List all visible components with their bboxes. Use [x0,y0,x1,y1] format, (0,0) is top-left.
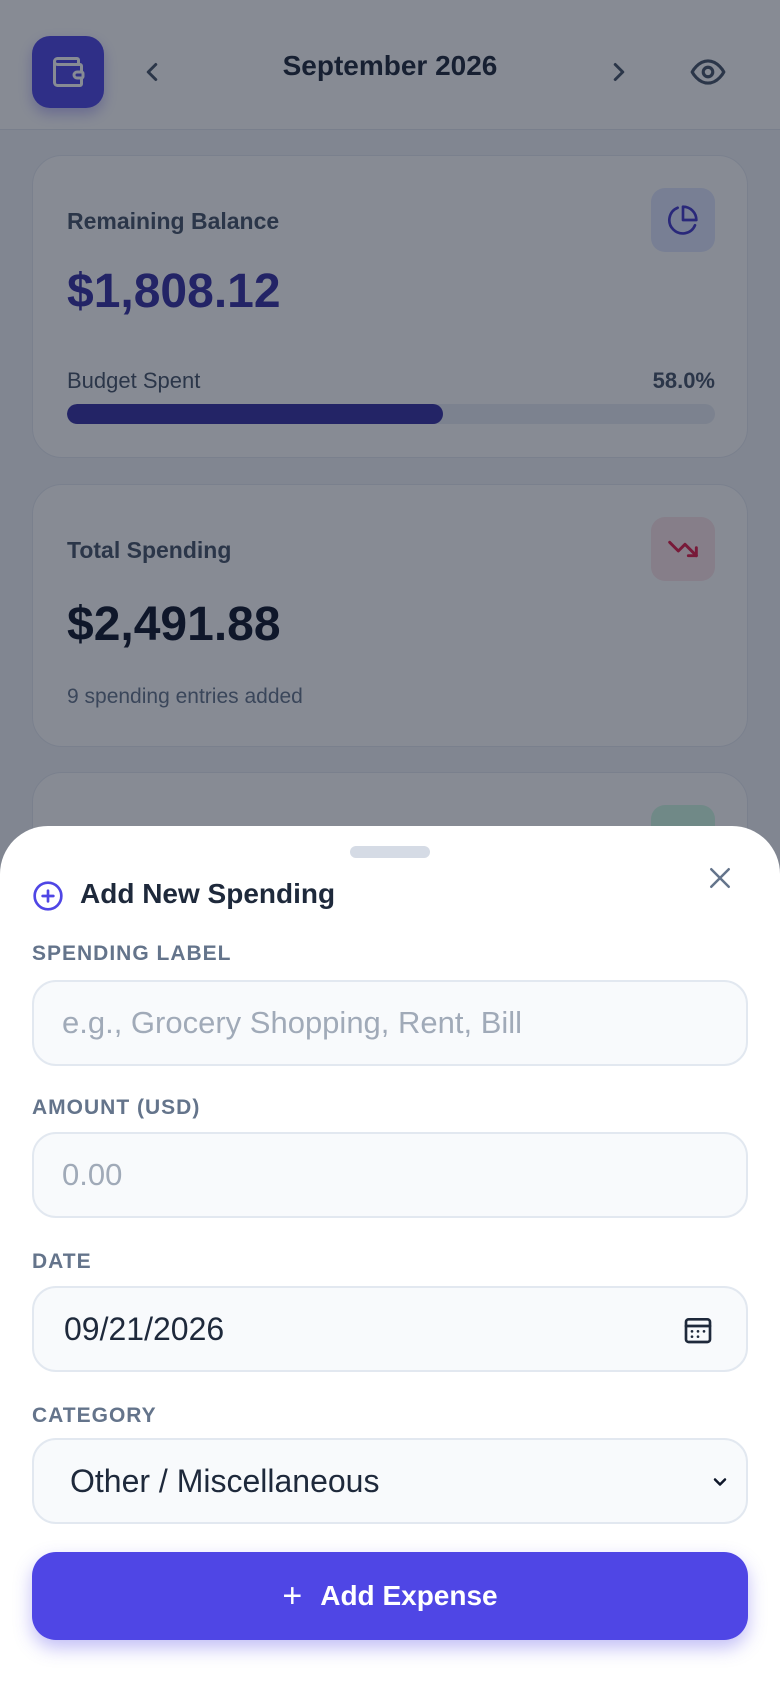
amount-field [32,1132,748,1218]
spending-label-field [32,980,748,1066]
date-input[interactable]: 09/21/2026 [32,1286,748,1372]
close-icon [710,868,730,888]
chevron-down-icon [713,1478,727,1486]
add-expense-label: Add Expense [320,1580,498,1611]
spending-label-input[interactable] [62,982,702,1064]
add-spending-sheet: Add New Spending SPENDING LABEL AMOUNT (… [0,826,780,1688]
amount-input[interactable] [62,1134,702,1216]
sheet-title: Add New Spending [80,878,336,909]
sheet-drag-handle[interactable] [350,846,430,858]
category-field-label: CATEGORY [32,1404,157,1427]
date-value: 09/21/2026 [64,1311,225,1347]
category-select[interactable]: Other / Miscellaneous [32,1438,748,1524]
plus-circle-icon [33,881,63,911]
amount-field-label: AMOUNT (USD) [32,1096,201,1119]
add-expense-button[interactable]: + Add Expense [32,1552,748,1640]
category-value: Other / Miscellaneous [70,1463,380,1499]
date-field-label: DATE [32,1250,92,1273]
calendar-icon[interactable] [682,1314,714,1346]
close-sheet-button[interactable] [694,852,746,904]
spending-label-field-label: SPENDING LABEL [32,942,232,965]
plus-icon: + [282,1577,303,1615]
